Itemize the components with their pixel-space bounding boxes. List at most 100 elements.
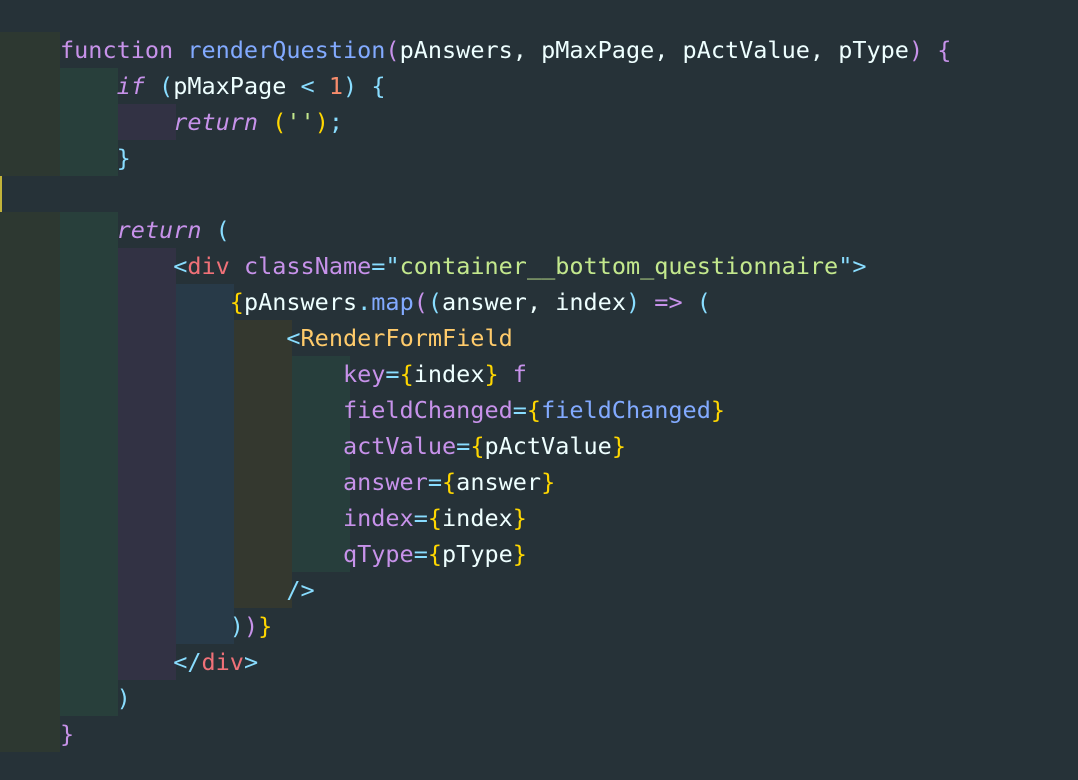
code-token: { bbox=[371, 72, 386, 100]
code-token: } bbox=[611, 432, 626, 460]
code-token: < bbox=[173, 252, 188, 280]
code-token: answer bbox=[342, 468, 428, 496]
code-token: } bbox=[60, 720, 75, 748]
code-token: ( bbox=[159, 72, 174, 100]
code-token: fieldChanged bbox=[342, 396, 513, 424]
code-token: > bbox=[243, 648, 259, 676]
code-token: ( bbox=[427, 288, 443, 316]
code-token: { bbox=[229, 288, 244, 316]
code-line[interactable]: <div className= "container__bottom_questi… bbox=[60, 248, 866, 284]
indent-guide bbox=[0, 32, 60, 176]
code-token: container__bottom_questionnaire bbox=[399, 252, 839, 280]
code-token: pAnswers bbox=[243, 288, 358, 316]
code-token: RenderFormField bbox=[300, 324, 513, 352]
code-token: => bbox=[654, 288, 683, 316]
code-token: < bbox=[286, 324, 301, 352]
code-line[interactable]: } bbox=[60, 140, 131, 176]
code-token: ) bbox=[229, 612, 244, 640]
code-token: ( bbox=[696, 288, 711, 316]
code-token: answer bbox=[456, 468, 542, 496]
code-token: f bbox=[512, 360, 527, 388]
code-token: } bbox=[116, 144, 131, 172]
code-token: = bbox=[371, 252, 386, 280]
code-token: pActValue bbox=[682, 36, 810, 64]
code-token: fieldChanged bbox=[541, 396, 711, 424]
code-line[interactable]: fieldChanged={fieldChanged} bbox=[60, 392, 725, 428]
code-token: } bbox=[512, 540, 527, 568]
code-line[interactable]: /> bbox=[60, 572, 315, 608]
code-token: = bbox=[427, 468, 443, 496]
code-token: pMaxPage bbox=[173, 72, 287, 100]
code-line[interactable]: if (pMaxPage < 1) { bbox=[60, 68, 386, 104]
code-token: } bbox=[484, 360, 499, 388]
code-token: return bbox=[116, 216, 202, 244]
code-token: ( bbox=[385, 36, 400, 64]
code-token: function bbox=[60, 36, 174, 64]
code-line[interactable]: return (''); bbox=[60, 104, 343, 140]
code-line[interactable]: ))} bbox=[60, 608, 272, 644]
code-token: } bbox=[258, 612, 273, 640]
code-token: ( bbox=[215, 216, 230, 244]
code-line[interactable]: <RenderFormField bbox=[60, 320, 513, 356]
code-token: , bbox=[526, 288, 556, 316]
code-token: pType bbox=[838, 36, 909, 64]
code-token: div bbox=[201, 648, 244, 676]
code-token: div bbox=[187, 252, 230, 280]
code-token: { bbox=[470, 432, 485, 460]
code-line[interactable]: function renderQuestion(pAnswers, pMaxPa… bbox=[60, 32, 951, 68]
code-token: ) bbox=[314, 108, 329, 136]
code-token: ( bbox=[272, 108, 287, 136]
code-line[interactable]: index={index} bbox=[60, 500, 527, 536]
code-token: className bbox=[243, 252, 372, 280]
code-token: ) bbox=[116, 684, 131, 712]
code-token: . bbox=[357, 288, 372, 316]
code-token: } bbox=[710, 396, 725, 424]
code-line[interactable]: </div> bbox=[60, 644, 258, 680]
indent-guide bbox=[0, 212, 60, 752]
code-editor[interactable]: function renderQuestion(pAnswers, pMaxPa… bbox=[0, 0, 1078, 780]
code-line[interactable]: } bbox=[60, 716, 74, 752]
code-token: index bbox=[555, 288, 626, 316]
code-token: ) bbox=[243, 612, 259, 640]
code-token: '' bbox=[286, 108, 315, 136]
code-line[interactable]: ) bbox=[60, 680, 131, 716]
code-token: pMaxPage bbox=[541, 36, 655, 64]
code-token: index bbox=[342, 504, 414, 532]
code-token: ( bbox=[413, 288, 428, 316]
code-line[interactable]: {pAnswers.map((answer, index) => ( bbox=[60, 284, 711, 320]
code-token: return bbox=[173, 108, 259, 136]
code-token: ) bbox=[343, 72, 358, 100]
code-token: } bbox=[512, 504, 527, 532]
code-token: " bbox=[838, 252, 853, 280]
code-line[interactable]: qType={pType} bbox=[60, 536, 527, 572]
code-token: = bbox=[385, 360, 400, 388]
code-token: /> bbox=[286, 576, 315, 604]
code-line[interactable]: key={index} f bbox=[60, 356, 527, 392]
code-line[interactable]: actValue={pActValue} bbox=[60, 428, 626, 464]
code-token: qType bbox=[342, 540, 414, 568]
code-line[interactable]: return ( bbox=[60, 212, 230, 248]
code-token: = bbox=[512, 396, 527, 424]
code-line[interactable]: answer={answer} bbox=[60, 464, 555, 500]
code-token: </ bbox=[173, 648, 202, 676]
code-token: 1 bbox=[328, 72, 344, 100]
